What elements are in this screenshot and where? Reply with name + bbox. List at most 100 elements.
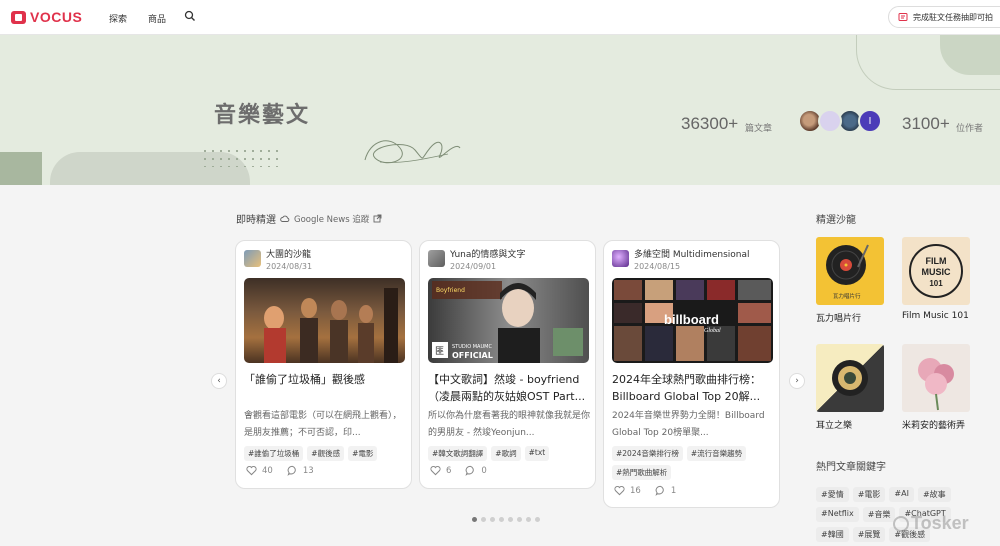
author-avatars[interactable]: I <box>798 109 882 133</box>
avatar[interactable] <box>818 109 842 133</box>
authors-count: 3100+ <box>902 114 950 133</box>
tag[interactable]: #流行音樂趨勢 <box>686 446 747 461</box>
like-count: 16 <box>630 485 641 496</box>
salon-name[interactable]: Film Music 101 <box>902 311 970 321</box>
salon-thumbnail[interactable] <box>816 344 884 412</box>
section-header: 即時精選 Google News 追蹤 <box>236 211 382 226</box>
author-avatar[interactable] <box>244 250 261 267</box>
nav-shop[interactable]: 商品 <box>148 12 166 25</box>
salon-item[interactable]: 米莉安的藝術弄 <box>902 344 970 431</box>
tag[interactable]: #誰偷了垃圾桶 <box>244 446 304 461</box>
card-stats: 16 1 <box>614 485 690 496</box>
card-excerpt: 所以你為什麼看著我的眼神就像我就是你的男朋友 - 然竣Yeonjun... <box>428 411 591 438</box>
tag[interactable]: #2024音樂排行榜 <box>612 446 683 461</box>
salon-item[interactable]: FILM MUSIC 101 Film Music 101 <box>902 237 970 321</box>
card-author[interactable]: 大團的沙龍 <box>266 250 312 261</box>
tag[interactable]: #觀後感 <box>307 446 345 461</box>
avatar[interactable]: I <box>858 109 882 133</box>
watermark-icon <box>893 515 909 532</box>
salon-logo-text: MUSIC <box>922 267 952 277</box>
article-card[interactable]: 多維空間 Multidimensional 2024/08/15 billboa… <box>603 240 780 508</box>
card-author[interactable]: 多維空間 Multidimensional <box>634 250 750 261</box>
comment-icon[interactable] <box>655 485 666 496</box>
cloud-icon <box>280 215 290 222</box>
article-card[interactable]: 大團的沙龍 2024/08/31 「誰偷了垃圾桶」觀後感 會觀看這部電影（可以在… <box>235 240 412 489</box>
tag[interactable]: #韓文歌詞翻譯 <box>428 446 488 461</box>
keyword-tag[interactable]: #展覽 <box>852 527 886 542</box>
salon-logo-text: FILM <box>926 256 947 266</box>
search-icon[interactable] <box>184 10 196 22</box>
pager-dot[interactable] <box>481 517 486 522</box>
salon-name[interactable]: 瓦力唱片行 <box>816 311 884 324</box>
keyword-tag[interactable]: #故事 <box>917 487 951 502</box>
carousel-next-button[interactable]: › <box>789 373 805 389</box>
tag[interactable]: #txt <box>524 446 550 461</box>
keyword-tag[interactable]: #愛情 <box>816 487 849 502</box>
pager-dot[interactable] <box>526 517 531 522</box>
keyword-tag[interactable]: #Netflix <box>816 507 859 522</box>
scribble-decor <box>364 140 461 164</box>
card-header: 大團的沙龍 2024/08/31 <box>244 250 312 272</box>
salon-name[interactable]: 米莉安的藝術弄 <box>902 418 970 431</box>
comment-icon[interactable] <box>465 465 476 476</box>
keyword-tag[interactable]: #韓國 <box>816 527 849 542</box>
card-title[interactable]: 【中文歌詞】然竣 - boyfriend（凌晨兩點的灰姑娘OST Part... <box>428 371 590 405</box>
salon-thumbnail[interactable] <box>902 344 970 412</box>
page-title: 音樂藝文 <box>214 103 311 128</box>
card-title[interactable]: 「誰偷了垃圾桶」觀後感 <box>244 371 406 388</box>
keyword-tag[interactable]: #音樂 <box>862 507 896 522</box>
salon-logo-text: 瓦力唱片行 <box>833 292 861 300</box>
salon-item[interactable]: 瓦力唱片行 瓦力唱片行 <box>816 237 884 324</box>
tag[interactable]: #電影 <box>348 446 378 461</box>
salon-name[interactable]: 耳立之樂 <box>816 418 884 431</box>
card-stats: 6 0 <box>430 465 501 476</box>
comment-count: 1 <box>670 485 677 496</box>
tag[interactable]: #歌詞 <box>491 446 521 461</box>
card-thumbnail[interactable] <box>244 278 405 363</box>
pager-dot[interactable] <box>517 517 522 522</box>
authors-label: 位作者 <box>956 124 984 134</box>
article-card[interactable]: Yuna的情感與文字 2024/09/01 Boyfriend 匪 STUDIO… <box>419 240 596 489</box>
pager-dot[interactable] <box>535 517 540 522</box>
comment-icon[interactable] <box>287 465 298 476</box>
salons-title: 精選沙龍 <box>816 215 856 226</box>
salon-item[interactable]: 耳立之樂 <box>816 344 884 431</box>
author-avatar[interactable] <box>612 250 629 267</box>
pager-dot[interactable] <box>490 517 495 522</box>
promo-button[interactable]: 完成駐文任務抽即可拍 <box>888 6 1000 28</box>
keywords-title: 熱門文章關鍵字 <box>816 462 886 473</box>
nav-explore[interactable]: 探索 <box>109 12 127 25</box>
card-author[interactable]: Yuna的情感與文字 <box>450 250 525 261</box>
pager-dot[interactable] <box>499 517 504 522</box>
svg-text:Boyfriend: Boyfriend <box>436 287 465 294</box>
pager-dot[interactable] <box>472 517 477 522</box>
card-thumbnail[interactable]: billboard Global <box>612 278 773 363</box>
salon-logo-text: 101 <box>929 279 943 288</box>
articles-count: 36300+ <box>681 114 739 133</box>
carousel-pager <box>472 517 540 522</box>
heart-icon[interactable] <box>614 485 625 496</box>
salon-thumbnail[interactable]: FILM MUSIC 101 <box>902 237 970 305</box>
salon-thumbnail[interactable]: 瓦力唱片行 <box>816 237 884 305</box>
card-header: 多維空間 Multidimensional 2024/08/15 <box>612 250 750 272</box>
banner-dots <box>201 147 281 167</box>
card-tags: #2024音樂排行榜 #流行音樂趨勢 #熱門歌曲解析 <box>612 446 776 480</box>
tag[interactable]: #熱門歌曲解析 <box>612 465 672 480</box>
card-tags: #韓文歌詞翻譯 #歌詞 #txt <box>428 446 592 461</box>
card-thumbnail[interactable]: Boyfriend 匪 STUDIO MAUMC OFFICIAL <box>428 278 589 363</box>
pager-dot[interactable] <box>508 517 513 522</box>
google-news-link[interactable]: Google News 追蹤 <box>294 213 369 225</box>
heart-icon[interactable] <box>246 465 257 476</box>
image-studio-label: STUDIO MAUMC <box>452 344 492 350</box>
vocus-logo[interactable]: VOCUS <box>11 9 82 25</box>
card-excerpt: 2024年音樂世界勢力全開！Billboard Global Top 20榜單聚… <box>612 411 765 438</box>
heart-icon[interactable] <box>430 465 441 476</box>
card-title[interactable]: 2024年全球熱門歌曲排行榜：Billboard Global Top 20解.… <box>612 371 774 405</box>
carousel-prev-button[interactable]: ‹ <box>211 373 227 389</box>
keyword-tag[interactable]: #AI <box>889 487 914 502</box>
keyword-tag[interactable]: #電影 <box>852 487 886 502</box>
svg-text:匪: 匪 <box>435 346 444 357</box>
author-avatar[interactable] <box>428 250 445 267</box>
watermark-text: Tosker <box>911 513 969 533</box>
external-link-icon[interactable] <box>373 214 382 223</box>
